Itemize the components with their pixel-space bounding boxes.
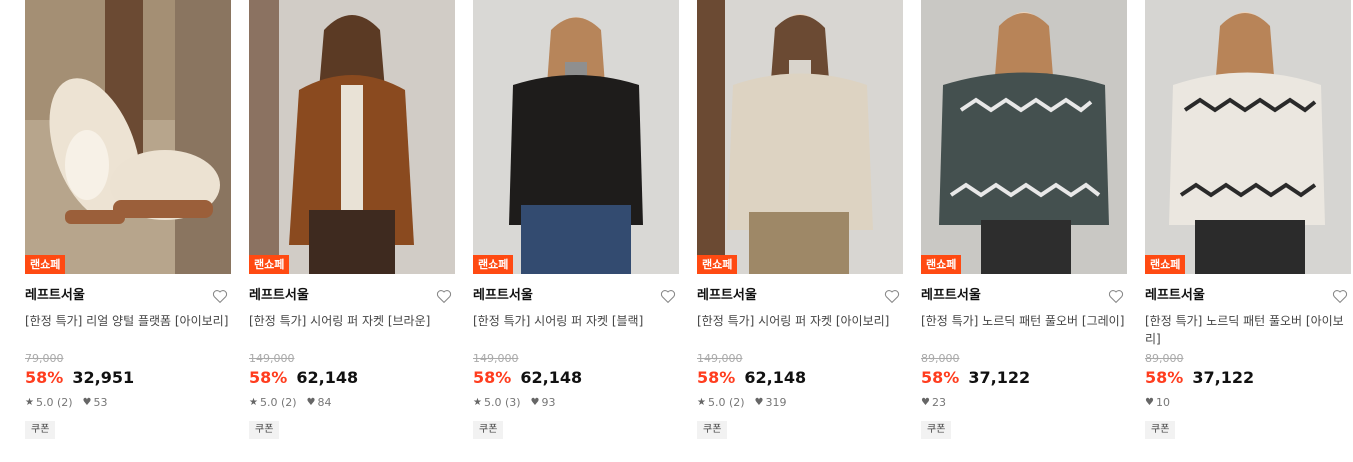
original-price: 149,000 — [249, 352, 295, 365]
heart-outline-icon[interactable] — [883, 287, 901, 305]
product-card[interactable]: 랜쇼페 레프트서울 [한정 특가] 시어링 퍼 자켓 [아이보리] 149,00… — [697, 0, 903, 439]
promo-badge: 랜쇼페 — [921, 255, 962, 274]
coupon-tag: 쿠폰 — [25, 421, 56, 439]
coupon-tag: 쿠폰 — [249, 421, 280, 439]
coupon-tag: 쿠폰 — [473, 421, 504, 439]
likes-count: 10 — [1155, 396, 1170, 409]
coupon-tag: 쿠폰 — [697, 421, 728, 439]
heart-outline-icon[interactable] — [211, 287, 229, 305]
sale-price: 62,148 — [296, 368, 359, 387]
product-title[interactable]: [한정 특가] 노르딕 패턴 풀오버 [그레이] — [921, 312, 1127, 348]
rating-text: 5.0 (2) — [259, 396, 297, 409]
star-icon: ★ — [473, 397, 482, 408]
star-icon: ★ — [25, 397, 34, 408]
promo-badge: 랜쇼페 — [249, 255, 290, 274]
heart-filled-icon: ♥ — [754, 397, 764, 408]
original-price: 79,000 — [25, 352, 64, 365]
discount-rate: 58% — [249, 368, 288, 387]
original-price: 89,000 — [1145, 352, 1184, 365]
heart-outline-icon[interactable] — [659, 287, 677, 305]
promo-badge: 랜쇼페 — [25, 255, 66, 274]
brand-name[interactable]: 레프트서울 — [25, 287, 231, 305]
product-photo-ivory-sweater — [1145, 0, 1351, 274]
product-card[interactable]: 랜쇼페 레프트서울 [한정 특가] 노르딕 패턴 풀오버 [그레이] 89,00… — [921, 0, 1127, 439]
heart-filled-icon: ♥ — [1145, 397, 1154, 408]
discount-rate: 58% — [473, 368, 512, 387]
star-icon: ★ — [249, 397, 258, 408]
discount-rate: 58% — [921, 368, 960, 387]
sale-price: 62,148 — [520, 368, 583, 387]
heart-outline-icon[interactable] — [1331, 287, 1349, 305]
brand-name[interactable]: 레프트서울 — [697, 287, 903, 305]
product-image[interactable]: 랜쇼페 — [473, 0, 679, 274]
heart-outline-icon[interactable] — [1107, 287, 1125, 305]
discount-rate: 58% — [697, 368, 736, 387]
likes-count: 319 — [765, 396, 787, 409]
heart-filled-icon: ♥ — [306, 397, 316, 408]
original-price: 149,000 — [697, 352, 743, 365]
coupon-tag: 쿠폰 — [921, 421, 952, 439]
product-image[interactable]: 랜쇼페 — [249, 0, 455, 274]
rating-text: 5.0 (3) — [483, 396, 521, 409]
product-title[interactable]: [한정 특가] 시어링 퍼 자켓 [브라운] — [249, 312, 455, 348]
product-photo-grey-sweater — [921, 0, 1127, 274]
brand-name[interactable]: 레프트서울 — [921, 287, 1127, 305]
product-title[interactable]: [한정 특가] 노르딕 패턴 풀오버 [아이보리] — [1145, 312, 1351, 348]
rating-text: 5.0 (2) — [707, 396, 745, 409]
promo-badge: 랜쇼페 — [473, 255, 514, 274]
product-card[interactable]: 랜쇼페 레프트서울 [한정 특가] 노르딕 패턴 풀오버 [아이보리] 89,0… — [1145, 0, 1351, 439]
heart-outline-icon[interactable] — [435, 287, 453, 305]
product-card[interactable]: 랜쇼페 레프트서울 [한정 특가] 시어링 퍼 자켓 [브라운] 149,000… — [249, 0, 455, 439]
promo-badge: 랜쇼페 — [1145, 255, 1186, 274]
rating-text: 5.0 (2) — [35, 396, 73, 409]
product-image[interactable]: 랜쇼페 — [1145, 0, 1351, 274]
product-image[interactable]: 랜쇼페 — [921, 0, 1127, 274]
product-image[interactable]: 랜쇼페 — [25, 0, 231, 274]
likes-count: 53 — [93, 396, 108, 409]
coupon-tag: 쿠폰 — [1145, 421, 1176, 439]
product-photo-black-jacket — [473, 0, 679, 274]
heart-filled-icon: ♥ — [530, 397, 540, 408]
likes-count: 23 — [931, 396, 946, 409]
brand-name[interactable]: 레프트서울 — [249, 287, 455, 305]
heart-filled-icon: ♥ — [82, 397, 92, 408]
product-photo-brown-jacket — [249, 0, 455, 274]
sale-price: 37,122 — [968, 368, 1031, 387]
sale-price: 37,122 — [1192, 368, 1255, 387]
product-title[interactable]: [한정 특가] 리얼 양털 플랫폼 [아이보리] — [25, 312, 231, 348]
promo-badge: 랜쇼페 — [697, 255, 738, 274]
original-price: 149,000 — [473, 352, 519, 365]
product-grid: 랜쇼페 레프트서울 [한정 특가] 리얼 양털 플랫폼 [아이보리] 79,00… — [0, 0, 1353, 462]
likes-count: 93 — [541, 396, 556, 409]
original-price: 89,000 — [921, 352, 960, 365]
product-title[interactable]: [한정 특가] 시어링 퍼 자켓 [블랙] — [473, 312, 679, 348]
discount-rate: 58% — [1145, 368, 1184, 387]
product-image[interactable]: 랜쇼페 — [697, 0, 903, 274]
heart-filled-icon: ♥ — [921, 397, 930, 408]
likes-count: 84 — [317, 396, 332, 409]
brand-name[interactable]: 레프트서울 — [1145, 287, 1351, 305]
product-photo-ivory-jacket — [697, 0, 903, 274]
star-icon: ★ — [697, 397, 706, 408]
sale-price: 62,148 — [744, 368, 807, 387]
sale-price: 32,951 — [72, 368, 135, 387]
product-title[interactable]: [한정 특가] 시어링 퍼 자켓 [아이보리] — [697, 312, 903, 348]
product-photo-slippers — [25, 0, 231, 274]
product-card[interactable]: 랜쇼페 레프트서울 [한정 특가] 리얼 양털 플랫폼 [아이보리] 79,00… — [25, 0, 231, 439]
brand-name[interactable]: 레프트서울 — [473, 287, 679, 305]
discount-rate: 58% — [25, 368, 64, 387]
product-card[interactable]: 랜쇼페 레프트서울 [한정 특가] 시어링 퍼 자켓 [블랙] 149,000 … — [473, 0, 679, 439]
